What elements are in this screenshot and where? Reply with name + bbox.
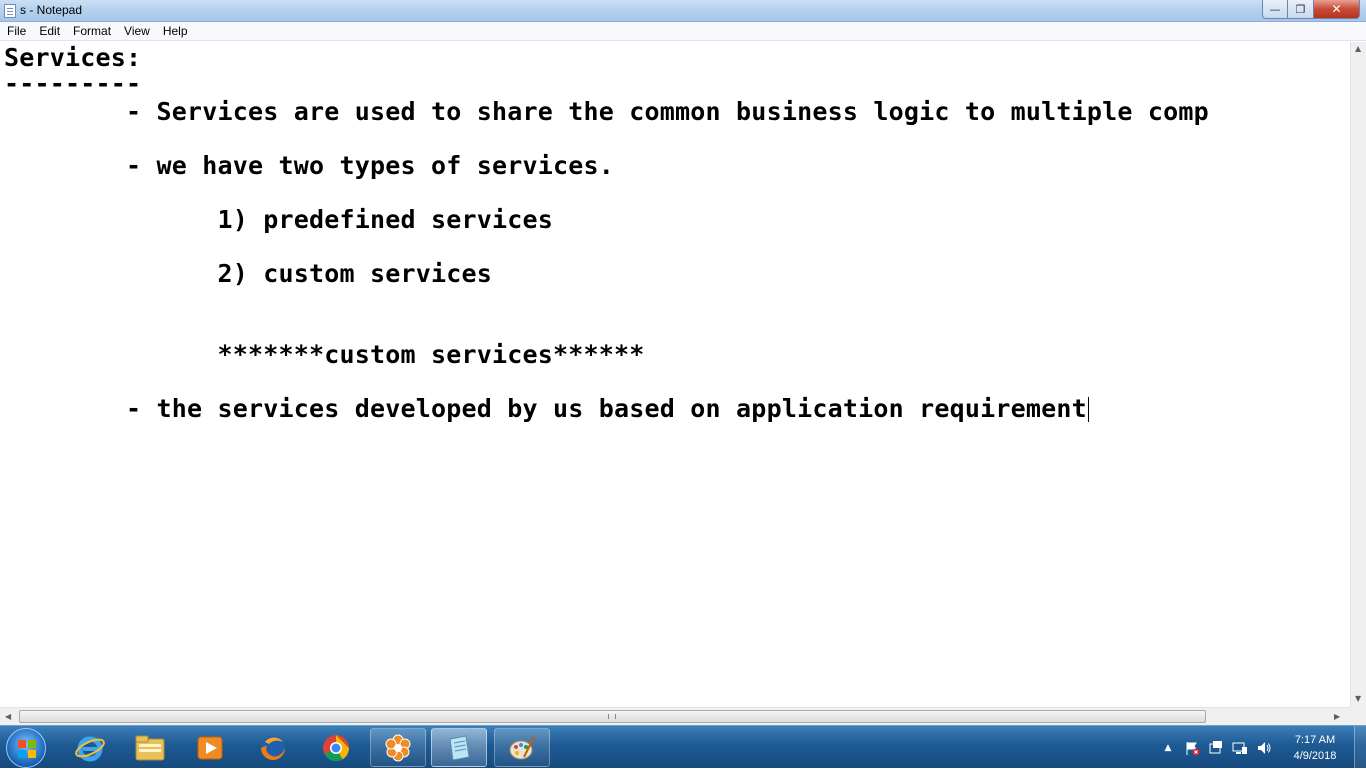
menu-edit[interactable]: Edit [32,22,66,40]
text-line-content: - the services developed by us based on … [4,394,1087,423]
taskbar-file-explorer[interactable] [122,728,178,767]
notepad-icon[interactable] [4,4,16,18]
close-button[interactable]: ✕ [1314,0,1360,19]
taskbar-internet-explorer[interactable] [62,728,118,767]
text-line-with-caret: - the services developed by us based on … [4,394,1089,423]
scroll-grip-icon [608,714,616,719]
windows-logo-icon [18,740,36,758]
scroll-right-arrow-icon[interactable]: ▶ [1334,712,1340,721]
device-icon[interactable] [1208,740,1224,756]
network-icon[interactable] [1232,740,1248,756]
text-line: --------- [4,69,142,98]
chrome-icon [323,734,350,761]
system-tray: ▲ [1160,726,1280,769]
taskbar-chrome[interactable] [308,728,364,767]
window-title: s - Notepad [20,3,83,17]
clock-time: 7:17 AM [1294,734,1336,746]
maximize-button[interactable]: ❐ [1288,0,1314,19]
taskbar: ▲ 7:17 AM 4/9/2018 [0,725,1366,769]
scroll-left-arrow-icon[interactable]: ◀ [5,712,11,721]
window-controls: — ❐ ✕ [1262,0,1360,19]
clock-date: 4/9/2018 [1293,750,1337,762]
text-line: 1) predefined services [4,205,554,234]
taskbar-media-player[interactable] [182,728,238,767]
internet-explorer-icon [75,736,105,761]
taskbar-firefox[interactable] [245,728,301,767]
paint-icon [509,736,535,759]
action-center-flag-icon[interactable] [1184,740,1200,756]
menu-view[interactable]: View [117,22,156,40]
minimize-button[interactable]: — [1262,0,1288,19]
menu-bar: File Edit Format View Help [0,22,1366,41]
text-line: - we have two types of services. [4,151,615,180]
media-player-icon [197,736,223,759]
text-line: Services: [4,43,142,72]
scrollbar-corner [1350,707,1366,725]
notepad-icon [449,734,470,761]
volume-icon[interactable] [1256,740,1272,756]
firefox-icon [261,735,285,760]
folder-icon [135,735,165,760]
taskbar-clock[interactable]: 7:17 AM 4/9/2018 [1284,732,1346,764]
taskbar-flower-app[interactable] [370,728,426,767]
scroll-up-arrow-icon[interactable]: ▲ [1355,44,1361,53]
start-button[interactable] [6,728,46,768]
menu-help[interactable]: Help [156,22,194,40]
show-desktop-button[interactable] [1354,726,1366,769]
vertical-scrollbar[interactable]: ▲ ▼ [1350,42,1366,707]
text-line: 2) custom services [4,259,493,288]
taskbar-paint[interactable] [494,728,550,767]
scroll-down-arrow-icon[interactable]: ▼ [1355,694,1361,703]
horizontal-scroll-thumb[interactable] [19,710,1206,723]
text-line: - Services are used to share the common … [4,97,1209,126]
taskbar-notepad[interactable] [431,728,487,767]
title-bar[interactable]: s - Notepad — ❐ ✕ [0,0,1366,22]
menu-file[interactable]: File [0,22,32,40]
show-hidden-icons-icon[interactable]: ▲ [1160,740,1176,756]
flower-icon [385,734,411,761]
horizontal-scrollbar[interactable]: ◀ ▶ [0,707,1350,725]
text-caret [1087,397,1089,422]
text-line: *******custom services****** [4,340,645,369]
text-editor[interactable]: Services: --------- - Services are used … [0,42,1350,707]
menu-format[interactable]: Format [66,22,117,40]
